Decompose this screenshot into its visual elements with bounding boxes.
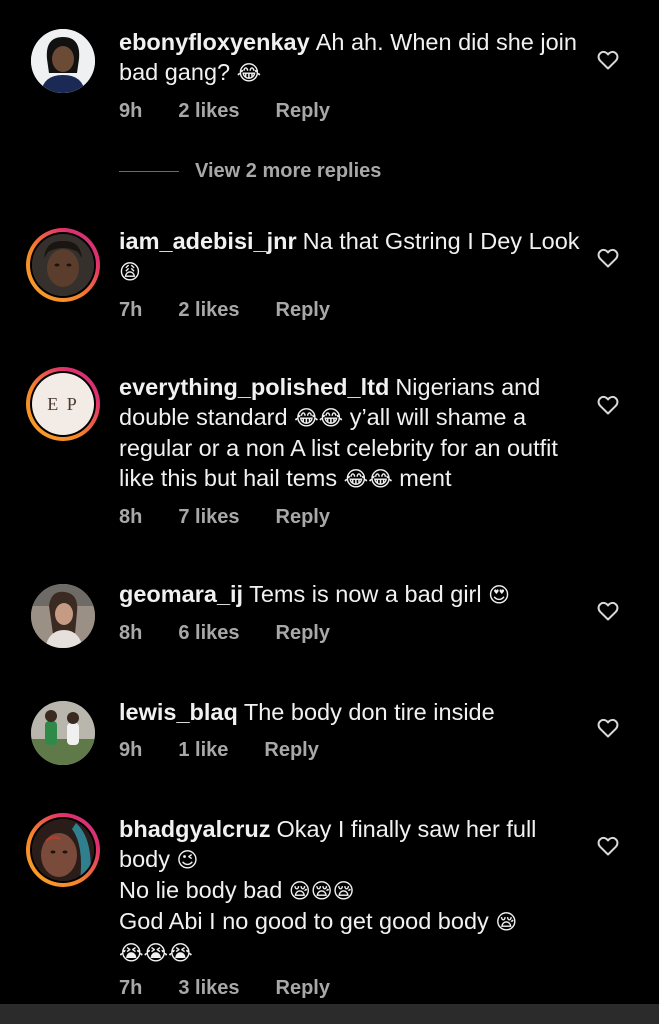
comment-meta: 7h 3 likes Reply <box>119 977 366 1000</box>
heart-icon[interactable] <box>596 48 620 72</box>
comment-body: Na that Gstring I Dey Look <box>302 228 580 254</box>
comment-body: The body don tire inside <box>243 699 495 725</box>
comment-meta: 8h 7 likes Reply <box>119 506 366 529</box>
comment-time: 7h <box>119 977 143 999</box>
heart-icon[interactable] <box>596 716 620 740</box>
comment-time: 8h <box>119 506 143 528</box>
comment-username[interactable]: lewis_blaq <box>119 699 238 725</box>
comment-body: God Abi I no good to get good body <box>119 908 489 934</box>
view-more-label: View 2 more replies <box>195 160 382 182</box>
reply-button[interactable]: Reply <box>276 622 330 645</box>
reply-button[interactable]: Reply <box>276 977 330 1000</box>
winking-emoji: 😉 <box>176 848 199 872</box>
avatar[interactable] <box>26 696 100 770</box>
comment-likes[interactable]: 7 likes <box>178 506 239 529</box>
comment-likes[interactable]: 2 likes <box>178 100 239 123</box>
avatar[interactable] <box>26 24 100 98</box>
avatar[interactable] <box>26 813 100 887</box>
comment-likes[interactable]: 2 likes <box>178 299 239 322</box>
comment-text: geomara_ij Tems is now a bad girl 😍 <box>119 579 581 610</box>
comment-text: everything_polished_ltd Nigerians and dou… <box>119 372 581 494</box>
reply-button[interactable]: Reply <box>276 299 330 322</box>
reply-button[interactable]: Reply <box>276 506 330 529</box>
reply-button[interactable]: Reply <box>276 100 330 123</box>
comment-time: 9h <box>119 739 143 761</box>
laughing-emoji: 😂😂 <box>294 406 344 430</box>
comment-username[interactable]: geomara_ij <box>119 581 243 607</box>
comment-text: iam_adebisi_jnr Na that Gstring I Dey Loo… <box>119 226 581 287</box>
heart-icon[interactable] <box>596 834 620 858</box>
bottom-bar <box>0 1004 659 1024</box>
comment-time: 9h <box>119 100 143 122</box>
view-more-replies-button[interactable]: View 2 more replies <box>119 160 381 183</box>
comment-meta: 8h 6 likes Reply <box>119 622 366 645</box>
comment-time: 7h <box>119 299 143 321</box>
weary-emoji: 😩 <box>119 260 141 284</box>
comment-meta: 9h 2 likes Reply <box>119 100 366 123</box>
comment-likes[interactable]: 3 likes <box>178 977 239 1000</box>
comment-meta: 9h 1 like Reply <box>119 739 355 762</box>
comment-username[interactable]: iam_adebisi_jnr <box>119 228 297 254</box>
comment-text: lewis_blaq The body don tire inside <box>119 697 581 727</box>
heart-icon[interactable] <box>596 393 620 417</box>
comment-time: 8h <box>119 622 143 644</box>
heart-icon[interactable] <box>596 599 620 623</box>
avatar[interactable]: E P <box>26 367 100 441</box>
comment-body: Tems is now a bad girl <box>249 581 482 607</box>
comment-username[interactable]: everything_polished_ltd <box>119 374 389 400</box>
heart-eyes-emoji: 😍 <box>488 583 511 607</box>
comment-text: bhadgyalcruz Okay I finally saw her full … <box>119 814 581 968</box>
divider <box>119 171 179 172</box>
crying-emoji: 😭😭😭 <box>119 941 193 965</box>
comment-username[interactable]: bhadgyalcruz <box>119 816 270 842</box>
laughing-emoji: 😂 <box>236 61 262 85</box>
reply-button[interactable]: Reply <box>264 739 318 762</box>
sleepy-emoji: 😪 <box>495 910 518 934</box>
heart-icon[interactable] <box>596 246 620 270</box>
comment-username[interactable]: ebonyfloxyenkay <box>119 29 310 55</box>
avatar[interactable] <box>26 228 100 302</box>
laughing-emoji: 😂😂 <box>343 467 393 491</box>
avatar[interactable] <box>26 579 100 653</box>
comment-likes[interactable]: 1 like <box>178 739 228 762</box>
comment-meta: 7h 2 likes Reply <box>119 299 366 322</box>
comment-text: ebonyfloxyenkay Ah ah. When did she join … <box>119 27 581 88</box>
sleepy-emoji: 😪😪😪 <box>288 879 355 903</box>
comment-likes[interactable]: 6 likes <box>178 622 239 645</box>
comment-body: No lie body bad <box>119 877 283 903</box>
comment-body: ment <box>399 465 452 491</box>
avatar-monogram: E P <box>47 393 79 414</box>
